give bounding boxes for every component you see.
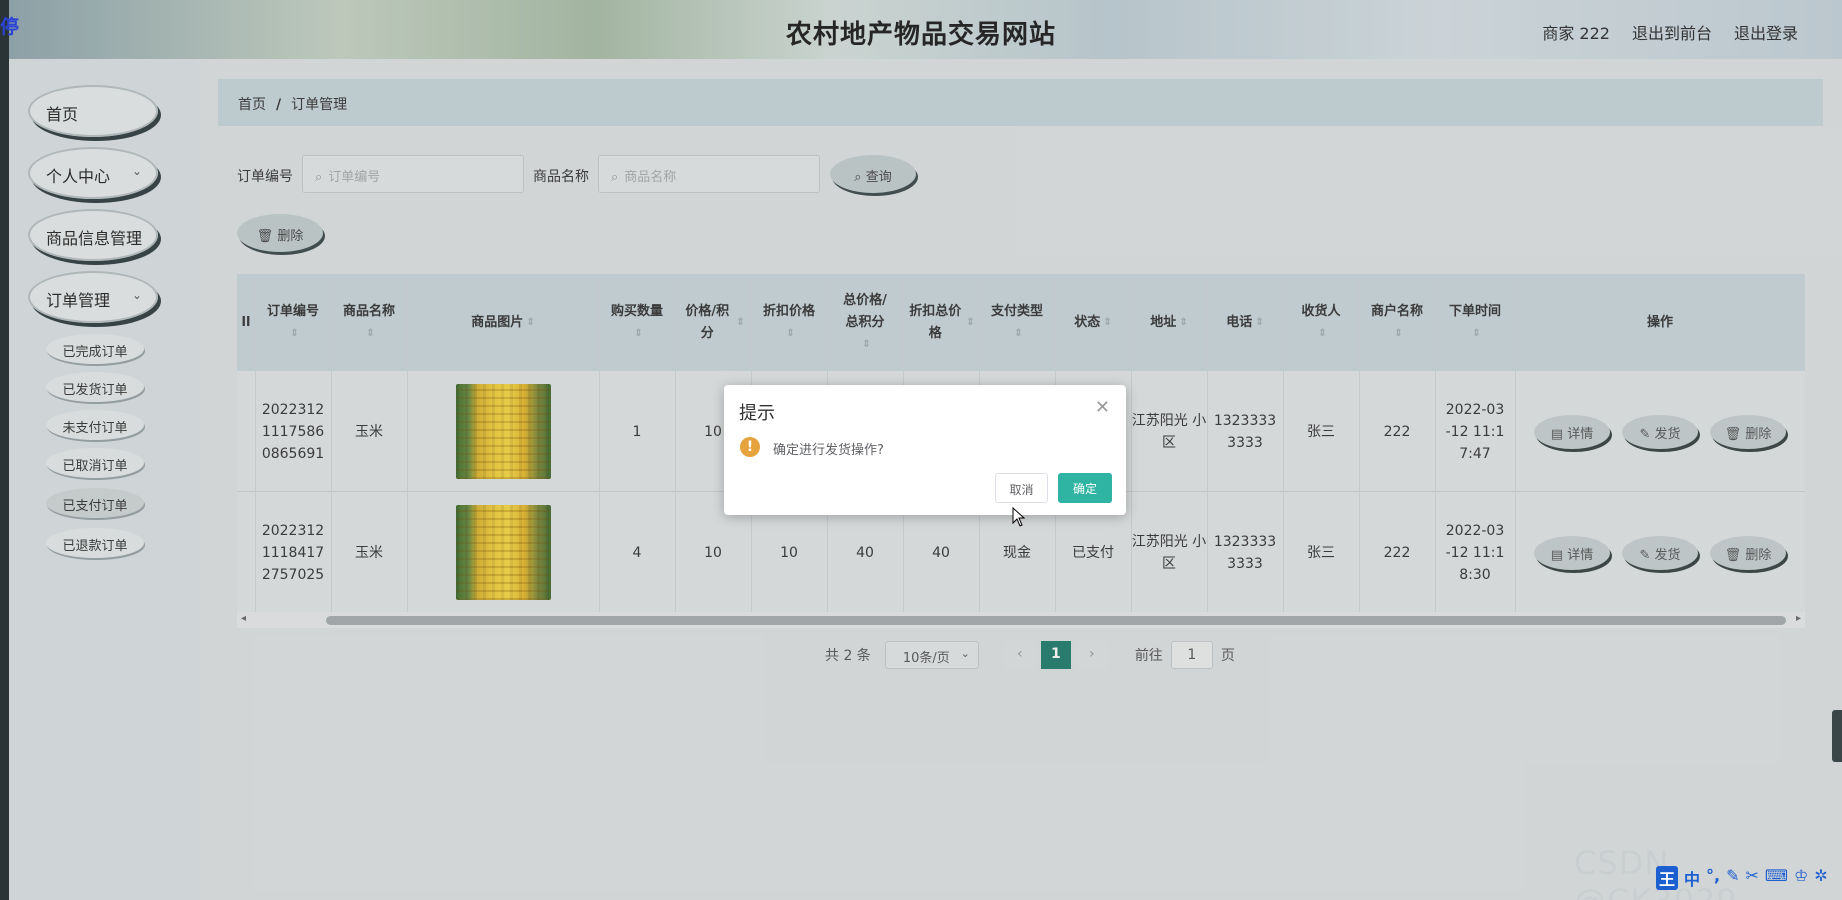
punctuation-icon[interactable]: °, <box>1706 866 1720 890</box>
mouse-cursor-icon <box>1012 507 1026 527</box>
language-toggle[interactable]: 中 <box>1684 866 1700 890</box>
admin-page: 停 农村地产物品交易网站 商家 222 退出到前台 退出登录 首页 个人中心 ⌄… <box>0 0 1842 900</box>
ime-logo-icon[interactable]: 王 <box>1656 866 1679 890</box>
keyboard-icon[interactable]: ⌨ <box>1765 866 1788 890</box>
shirt-icon[interactable]: ♔ <box>1794 866 1808 890</box>
dialog-message: 确定进行发货操作? <box>773 443 884 458</box>
warning-icon: ! <box>740 437 760 457</box>
confirm-button[interactable]: 确定 <box>1058 473 1112 503</box>
edge-glyph: 停 <box>0 16 20 38</box>
cancel-button[interactable]: 取消 <box>995 473 1048 503</box>
ime-toolbar: 王 中 °, ✎ ✂ ⌨ ♔ ✲ <box>1656 866 1828 890</box>
settings-icon[interactable]: ✲ <box>1814 866 1827 890</box>
scissors-icon[interactable]: ✂ <box>1746 866 1759 890</box>
dialog-title: 提示 <box>739 403 775 424</box>
pen-icon[interactable]: ✎ <box>1726 866 1739 890</box>
close-icon[interactable]: ✕ <box>1095 397 1110 418</box>
side-panel-handle[interactable] <box>1832 710 1842 762</box>
confirm-dialog: 提示 ✕ ! 确定进行发货操作? 取消 确定 <box>724 385 1126 515</box>
